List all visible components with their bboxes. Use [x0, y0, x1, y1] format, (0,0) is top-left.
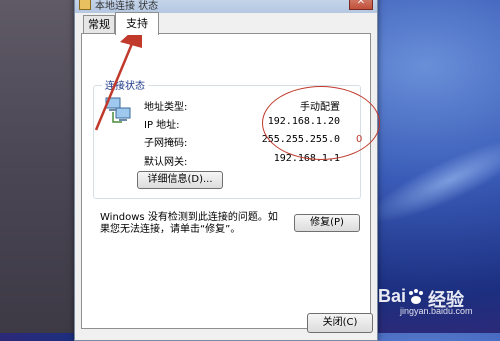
default-gateway-label: 默认网关: — [144, 157, 188, 168]
window-close-button[interactable]: ✕ — [349, 0, 373, 10]
watermark-brand: Bai — [378, 286, 407, 306]
repair-description: Windows 没有检测到此连接的问题。如果您无法连接，请单击“修复”。 — [100, 212, 278, 235]
tab-support[interactable]: 支持 — [115, 12, 159, 35]
watermark-url: jingyan.baidu.com — [400, 306, 473, 316]
network-window-icon — [79, 0, 91, 10]
desktop-left-area — [0, 0, 80, 333]
details-button[interactable]: 详细信息(D)... — [137, 171, 223, 189]
window-title: 本地连接 状态 — [95, 1, 159, 12]
annotation-circle — [262, 86, 380, 160]
annotation-arrow — [94, 22, 142, 131]
annotation-mark: 0 — [356, 134, 363, 145]
close-button[interactable]: 关闭(C) — [307, 313, 373, 333]
paw-logo-icon — [409, 289, 423, 304]
repair-button[interactable]: 修复(P) — [294, 214, 360, 232]
wallpaper-light-streak — [359, 123, 500, 237]
